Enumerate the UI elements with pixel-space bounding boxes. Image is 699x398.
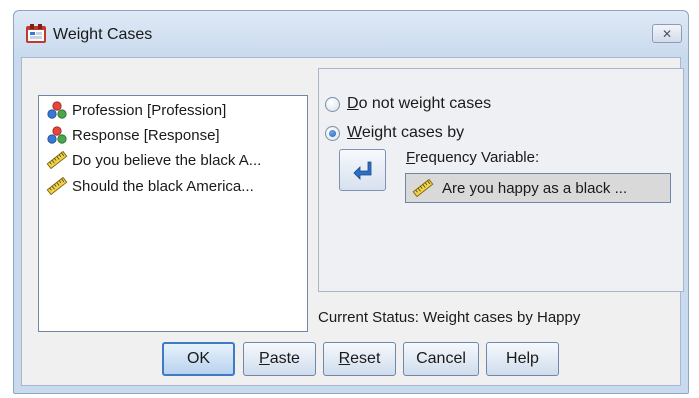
reset-label-rest: eset — [350, 350, 381, 367]
mnemonic-d: D — [347, 95, 359, 112]
list-item[interactable]: Profession [Profession] — [46, 99, 226, 121]
source-variable-list[interactable]: Profession [Profession] Response [Respon… — [38, 95, 308, 332]
mnemonic-f: F — [406, 149, 416, 166]
radio-do-not-weight-label: Do not weight cases — [347, 95, 491, 113]
frequency-label-rest: requency Variable: — [415, 149, 540, 166]
scale-ruler-icon — [412, 179, 434, 197]
current-status-text: Current Status: Weight cases by Happy — [318, 309, 581, 326]
cancel-button[interactable]: Cancel — [403, 342, 479, 376]
help-button[interactable]: Help — [486, 342, 559, 376]
list-item-label: Profession [Profession] — [72, 101, 227, 119]
paste-button[interactable]: Paste — [243, 342, 316, 376]
scale-ruler-icon — [46, 177, 68, 195]
paste-label-rest: aste — [269, 350, 300, 367]
radio-do-not-weight[interactable]: Do not weight cases — [325, 95, 491, 113]
close-button[interactable]: ✕ — [652, 24, 682, 43]
weighting-options-group: Do not weight cases Weight cases by Freq… — [318, 68, 684, 292]
radio-weight-cases-by[interactable]: Weight cases by — [325, 124, 464, 142]
nominal-icon — [46, 126, 68, 144]
list-item[interactable]: Should the black America... — [46, 175, 254, 197]
frequency-variable-label: Frequency Variable: — [406, 149, 539, 166]
dialog-body: Profession [Profession] Response [Respon… — [21, 57, 684, 386]
arrow-left-icon — [352, 161, 371, 180]
list-item[interactable]: Do you believe the black A... — [46, 149, 261, 171]
scale-ruler-icon — [46, 151, 68, 169]
list-item-label: Response [Response] — [72, 126, 220, 144]
title-bar[interactable]: Weight Cases ✕ — [14, 11, 688, 57]
list-item-label: Do you believe the black A... — [72, 151, 262, 169]
frequency-variable-value: Are you happy as a black ... — [442, 179, 628, 197]
move-variable-button[interactable] — [339, 149, 386, 191]
radio-button-unselected[interactable] — [325, 96, 340, 112]
mnemonic-p: P — [259, 350, 270, 367]
nominal-icon — [46, 101, 68, 119]
ok-button[interactable]: OK — [162, 342, 235, 376]
close-icon: ✕ — [661, 26, 673, 41]
radio-button-selected[interactable] — [325, 125, 340, 141]
frequency-variable-field[interactable]: Are you happy as a black ... — [405, 173, 671, 203]
radio-selected-dot — [329, 129, 336, 137]
radio-label-rest: o not weight cases — [358, 95, 492, 112]
list-item-label: Should the black America... — [72, 177, 254, 195]
list-item[interactable]: Response [Response] — [46, 124, 220, 146]
radio-weight-by-label: Weight cases by — [347, 124, 464, 142]
dialog-title: Weight Cases — [53, 26, 153, 43]
mnemonic-w: W — [347, 124, 362, 141]
mnemonic-r: R — [338, 350, 351, 367]
weight-cases-app-icon — [26, 24, 46, 43]
reset-button[interactable]: Reset — [323, 342, 396, 376]
weight-cases-dialog: Weight Cases ✕ Profession [Profession] R… — [13, 10, 689, 394]
radio-label-rest: eight cases by — [361, 124, 465, 141]
